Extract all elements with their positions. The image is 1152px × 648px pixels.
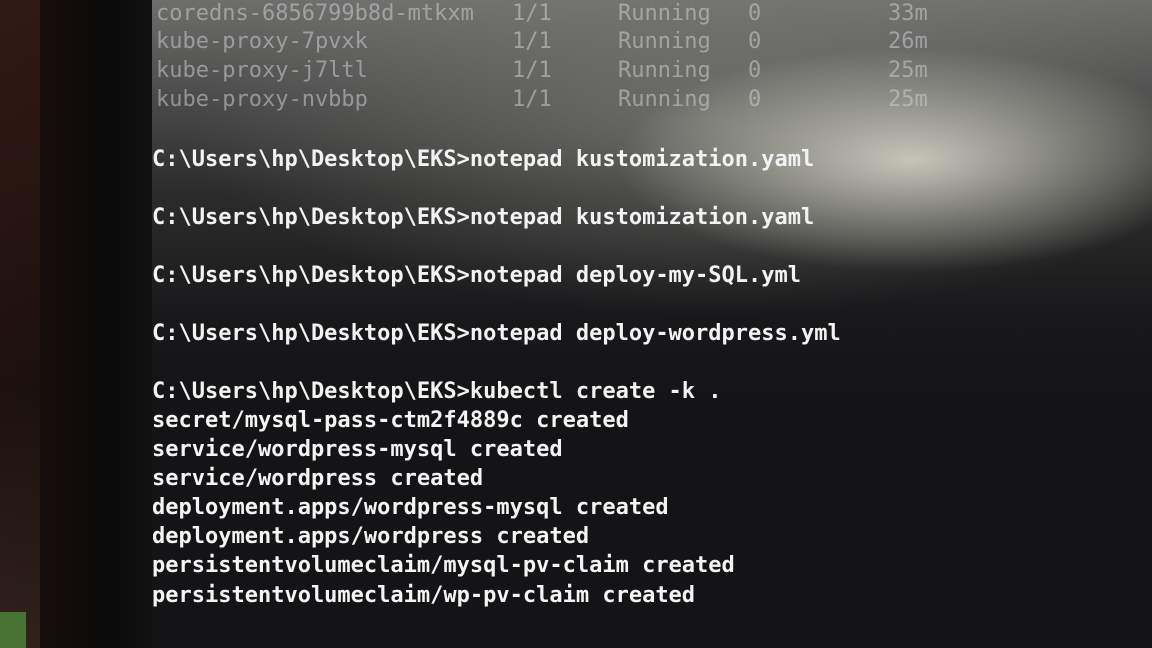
pod-restarts: 0 (748, 87, 762, 112)
pod-age: 25m (888, 87, 928, 112)
pod-row: kube-proxy-j7ltl 1/1 Running 0 25m (152, 57, 1152, 85)
command-line: C:\Users\hp\Desktop\EKS>notepad deploy-w… (152, 321, 841, 346)
pod-restarts: 0 (748, 58, 762, 83)
pod-row: coredns-6856799b8d-mtkxm 1/1 Running 0 3… (152, 0, 1152, 28)
monitor-bezel (0, 0, 152, 648)
terminal-text-area[interactable]: coredns-6856799b8d-mtkxm 1/1 Running 0 3… (152, 0, 928, 608)
pod-status: Running (618, 58, 711, 83)
output-line: service/wordpress-mysql created (152, 437, 563, 462)
output-line: persistentvolumeclaim/wp-pv-claim create… (152, 583, 696, 608)
pod-name: kube-proxy-7pvxk (156, 29, 368, 54)
command-line: C:\Users\hp\Desktop\EKS>notepad deploy-m… (152, 263, 802, 288)
pod-row: kube-proxy-nvbbp 1/1 Running 0 25m (152, 86, 1152, 114)
output-line: secret/mysql-pass-ctm2f4889c created (152, 408, 629, 433)
pod-ready: 1/1 (512, 58, 552, 83)
command-line: C:\Users\hp\Desktop\EKS>notepad kustomiz… (152, 205, 815, 230)
output-line: deployment.apps/wordpress created (152, 524, 590, 549)
pod-ready: 1/1 (512, 29, 552, 54)
pod-ready: 1/1 (512, 87, 552, 112)
command-line: C:\Users\hp\Desktop\EKS>notepad kustomiz… (152, 147, 815, 172)
photo-of-monitor: coredns-6856799b8d-mtkxm 1/1 Running 0 3… (0, 0, 1152, 648)
pod-restarts: 0 (748, 29, 762, 54)
bezel-reflection (0, 0, 40, 648)
output-line: deployment.apps/wordpress-mysql created (152, 495, 669, 520)
pod-name: kube-proxy-j7ltl (156, 58, 368, 83)
terminal-window[interactable]: coredns-6856799b8d-mtkxm 1/1 Running 0 3… (152, 0, 1152, 648)
pod-row: kube-proxy-7pvxk 1/1 Running 0 26m (152, 28, 1152, 56)
pod-ready: 1/1 (512, 1, 552, 26)
pod-age: 33m (888, 1, 928, 26)
pod-status: Running (618, 1, 711, 26)
pod-name: coredns-6856799b8d-mtkxm (156, 1, 474, 26)
pod-restarts: 0 (748, 1, 762, 26)
output-line: persistentvolumeclaim/mysql-pv-claim cre… (152, 553, 735, 578)
background-light-spot (0, 612, 26, 648)
command-line: C:\Users\hp\Desktop\EKS>kubectl create -… (152, 379, 722, 404)
pod-name: kube-proxy-nvbbp (156, 87, 368, 112)
output-line: service/wordpress created (152, 466, 484, 491)
pod-status: Running (618, 87, 711, 112)
pod-age: 25m (888, 58, 928, 83)
pod-status: Running (618, 29, 711, 54)
pod-age: 26m (888, 29, 928, 54)
